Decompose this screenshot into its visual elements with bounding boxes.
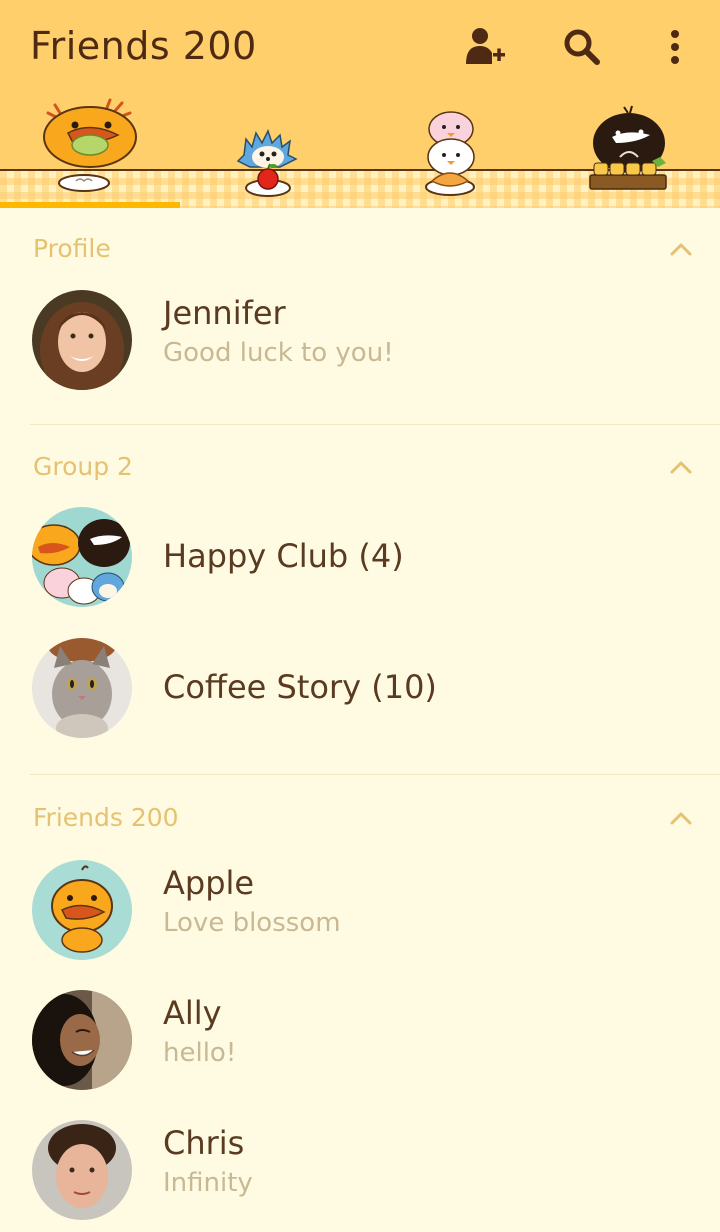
chevron-up-icon <box>670 243 692 256</box>
avatar <box>32 860 132 960</box>
section-header-friends: Friends 200 <box>0 793 720 843</box>
avatar <box>32 990 132 1090</box>
blackbird-sticker-icon <box>589 105 667 190</box>
friend-row[interactable]: Chris Infinity <box>0 1110 720 1230</box>
more-options-button[interactable] <box>650 22 700 72</box>
duck-sticker-icon <box>43 98 137 192</box>
top-bar: Friends 200 <box>0 0 720 95</box>
group-row[interactable]: Happy Club (4) <box>0 497 720 617</box>
divider <box>30 424 720 425</box>
section-title-groups: Group 2 <box>33 452 133 481</box>
friend-status: Love blossom <box>163 908 341 938</box>
friend-name: Ally <box>163 994 222 1032</box>
add-friend-icon <box>466 28 505 64</box>
profile-row[interactable]: Jennifer Good luck to you! <box>0 280 720 400</box>
tab-strip <box>0 95 720 208</box>
tab-duck[interactable] <box>0 95 180 205</box>
profile-name: Jennifer <box>163 294 286 332</box>
avatar <box>32 290 132 390</box>
collapse-groups-button[interactable] <box>666 454 696 480</box>
section-title-friends: Friends 200 <box>33 803 179 832</box>
chevron-up-icon <box>670 812 692 825</box>
friend-name: Chris <box>163 1124 245 1162</box>
friend-status: Infinity <box>163 1168 253 1198</box>
group-row[interactable]: Coffee Story (10) <box>0 628 720 748</box>
group-name: Happy Club (4) <box>163 537 404 575</box>
collapse-profile-button[interactable] <box>666 236 696 262</box>
collapse-friends-button[interactable] <box>666 805 696 831</box>
section-header-groups: Group 2 <box>0 442 720 492</box>
active-tab-indicator <box>0 202 180 208</box>
avatar <box>32 1120 132 1220</box>
profile-status: Good luck to you! <box>163 338 394 368</box>
search-icon <box>564 29 600 65</box>
group-name: Coffee Story (10) <box>163 668 437 706</box>
avatar <box>32 638 132 738</box>
page-title: Friends 200 <box>30 24 257 68</box>
tab-hedgehog[interactable] <box>180 95 360 205</box>
tab-blackbird[interactable] <box>540 95 720 205</box>
section-title-profile: Profile <box>33 234 111 263</box>
add-friend-button[interactable] <box>460 22 510 72</box>
more-icon <box>671 30 679 64</box>
search-button[interactable] <box>557 22 607 72</box>
chevron-up-icon <box>670 461 692 474</box>
divider <box>30 774 720 775</box>
hedgehog-sticker-icon <box>236 129 298 197</box>
friend-row[interactable]: Apple Love blossom <box>0 850 720 970</box>
avatar <box>32 507 132 607</box>
friend-name: Apple <box>163 864 255 902</box>
friend-row[interactable]: Ally hello! <box>0 980 720 1100</box>
chicks-sticker-icon <box>425 111 475 196</box>
tab-chicks[interactable] <box>360 95 540 205</box>
section-header-profile: Profile <box>0 224 720 274</box>
friend-status: hello! <box>163 1038 237 1068</box>
